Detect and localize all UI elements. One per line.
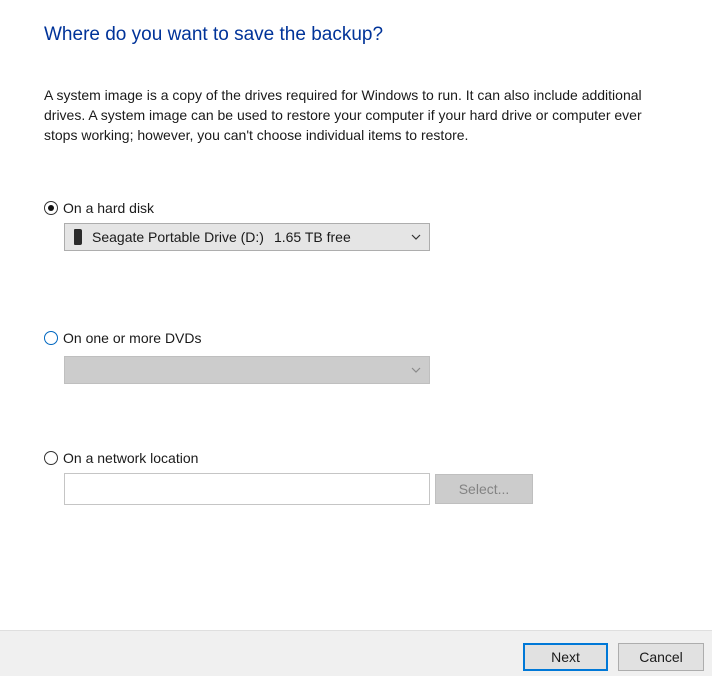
hard-disk-label: On a hard disk <box>63 200 155 216</box>
dvd-option[interactable]: On one or more DVDs <box>44 330 202 346</box>
next-button[interactable]: Next <box>523 643 608 671</box>
cancel-button[interactable]: Cancel <box>618 643 704 671</box>
dvd-dropdown <box>64 356 430 384</box>
backup-destination-page: Where do you want to save the backup? A … <box>0 0 712 676</box>
dvd-label: On one or more DVDs <box>63 330 202 346</box>
chevron-down-icon <box>411 234 421 240</box>
network-select-button: Select... <box>435 474 533 504</box>
dialog-footer: Next Cancel <box>0 630 712 676</box>
hard-disk-dropdown[interactable]: Seagate Portable Drive (D:) 1.65 TB free <box>64 223 430 251</box>
hard-disk-option[interactable]: On a hard disk <box>44 200 154 216</box>
network-label: On a network location <box>63 450 199 466</box>
network-radio[interactable] <box>44 451 58 465</box>
drive-icon <box>74 229 82 245</box>
network-option[interactable]: On a network location <box>44 450 198 466</box>
network-path-input[interactable] <box>64 473 430 505</box>
page-description: A system image is a copy of the drives r… <box>44 87 642 143</box>
drive-name: Seagate Portable Drive (D:) <box>92 229 264 245</box>
drive-free-space: 1.65 TB free <box>273 229 351 245</box>
hard-disk-radio[interactable] <box>44 201 58 215</box>
dvd-radio[interactable] <box>44 331 58 345</box>
chevron-down-icon <box>411 367 421 373</box>
page-title: Where do you want to save the backup? <box>44 24 384 45</box>
